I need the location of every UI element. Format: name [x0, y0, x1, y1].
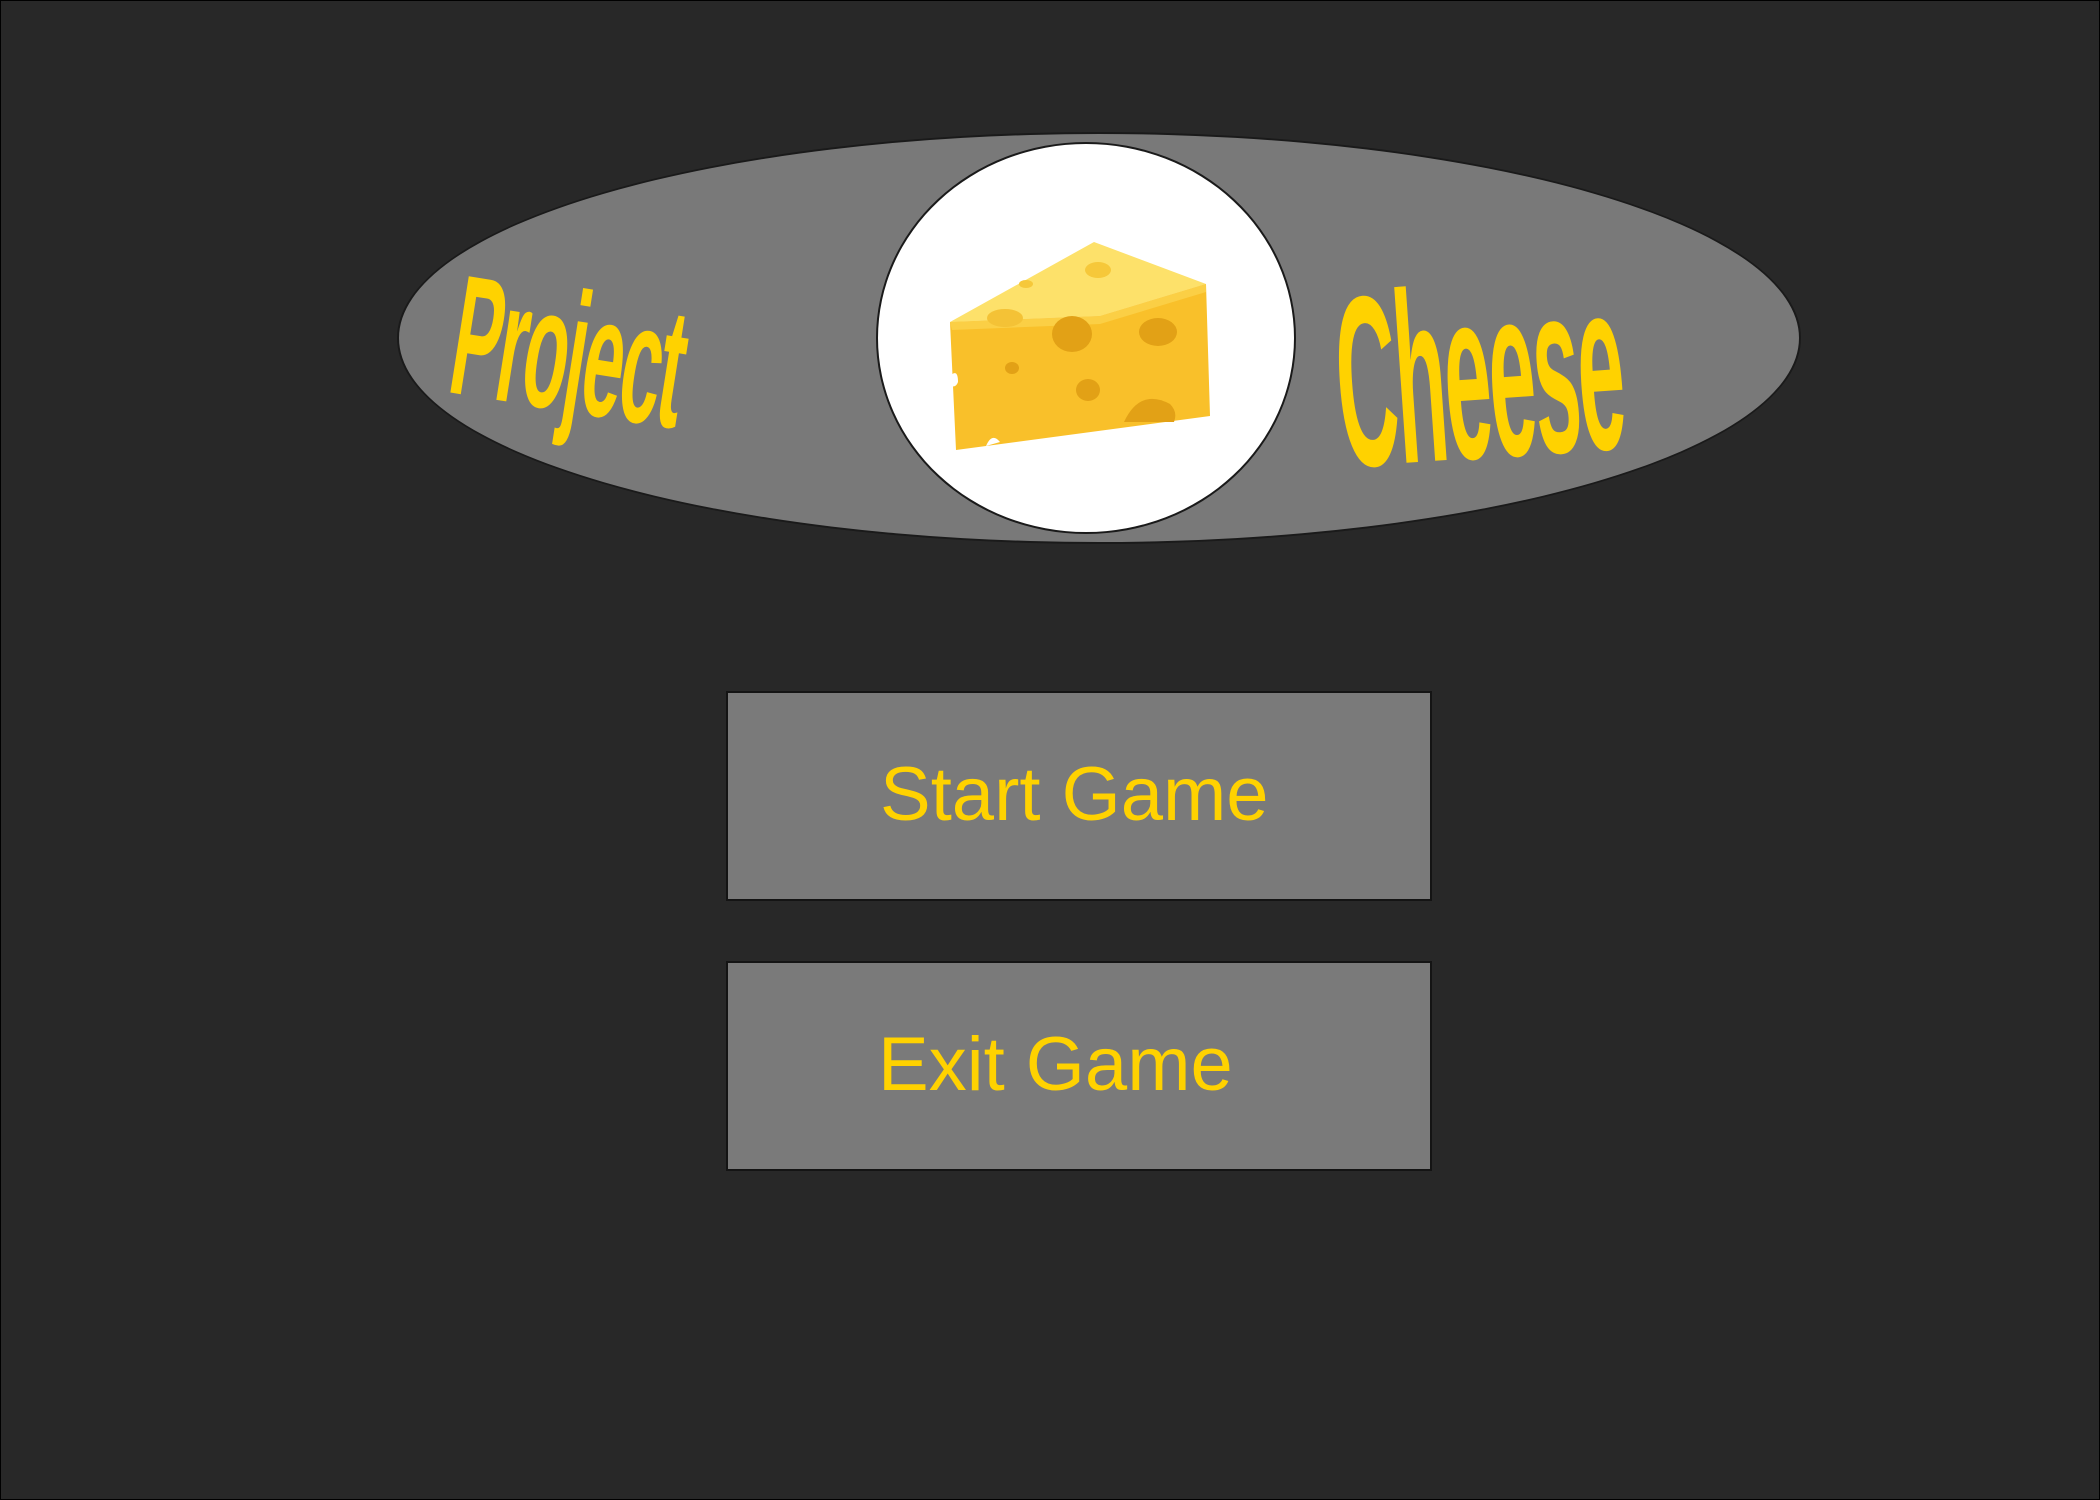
start-game-label: Start Game — [880, 752, 1269, 837]
title-word-project: Project — [439, 239, 698, 466]
start-game-button[interactable]: Start Game — [726, 691, 1432, 901]
cheese-hole — [1005, 362, 1019, 374]
title-word-cheese: Cheese — [1326, 227, 1631, 519]
cheese-hole — [1076, 379, 1100, 401]
exit-game-label: Exit Game — [878, 1022, 1233, 1107]
cheese-hole — [1019, 280, 1033, 288]
cheese-hole — [1052, 316, 1092, 352]
exit-game-button[interactable]: Exit Game — [726, 961, 1432, 1171]
cheese-wedge-icon — [950, 242, 1210, 450]
cheese-hole — [1139, 318, 1177, 346]
cheese-hole — [1085, 262, 1111, 278]
cheese-hole — [987, 309, 1023, 327]
